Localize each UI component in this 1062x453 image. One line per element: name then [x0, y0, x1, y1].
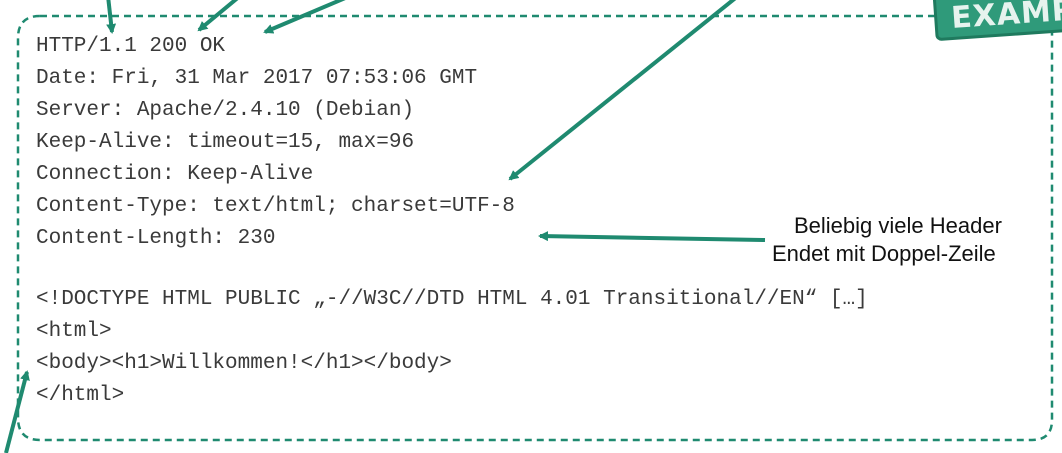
body-line: <!DOCTYPE HTML PUBLIC „-//W3C//DTD HTML … [36, 288, 868, 311]
status-line: HTTP/1.1 200 OK [36, 35, 226, 58]
header-line: Keep-Alive: timeout=15, max=96 [36, 131, 415, 154]
header-line: Connection: Keep-Alive [36, 163, 314, 186]
arrow-header-end [538, 231, 766, 242]
body-line: <html> [36, 320, 112, 343]
arrow-version [106, 0, 117, 34]
header-line: Date: Fri, 31 Mar 2017 07:53:06 GMT [36, 67, 478, 90]
arrow-status-text [263, 0, 346, 34]
header-line: Content-Type: text/html; charset=UTF-8 [36, 195, 515, 218]
body-line: </html> [36, 384, 125, 407]
example-stamp: EXAMPLE [932, 0, 1062, 42]
body-line: <body><h1>Willkommen!</h1></body> [36, 352, 452, 375]
annotation-line-2: Endet mit Doppel-Zeile [772, 241, 996, 266]
header-line: Content-Length: 230 [36, 227, 276, 250]
arrow-body [4, 370, 30, 453]
arrow-headers [508, 0, 737, 181]
header-line: Server: Apache/2.4.10 (Debian) [36, 99, 415, 122]
annotation-line-1: Beliebig viele Header [794, 213, 1002, 238]
